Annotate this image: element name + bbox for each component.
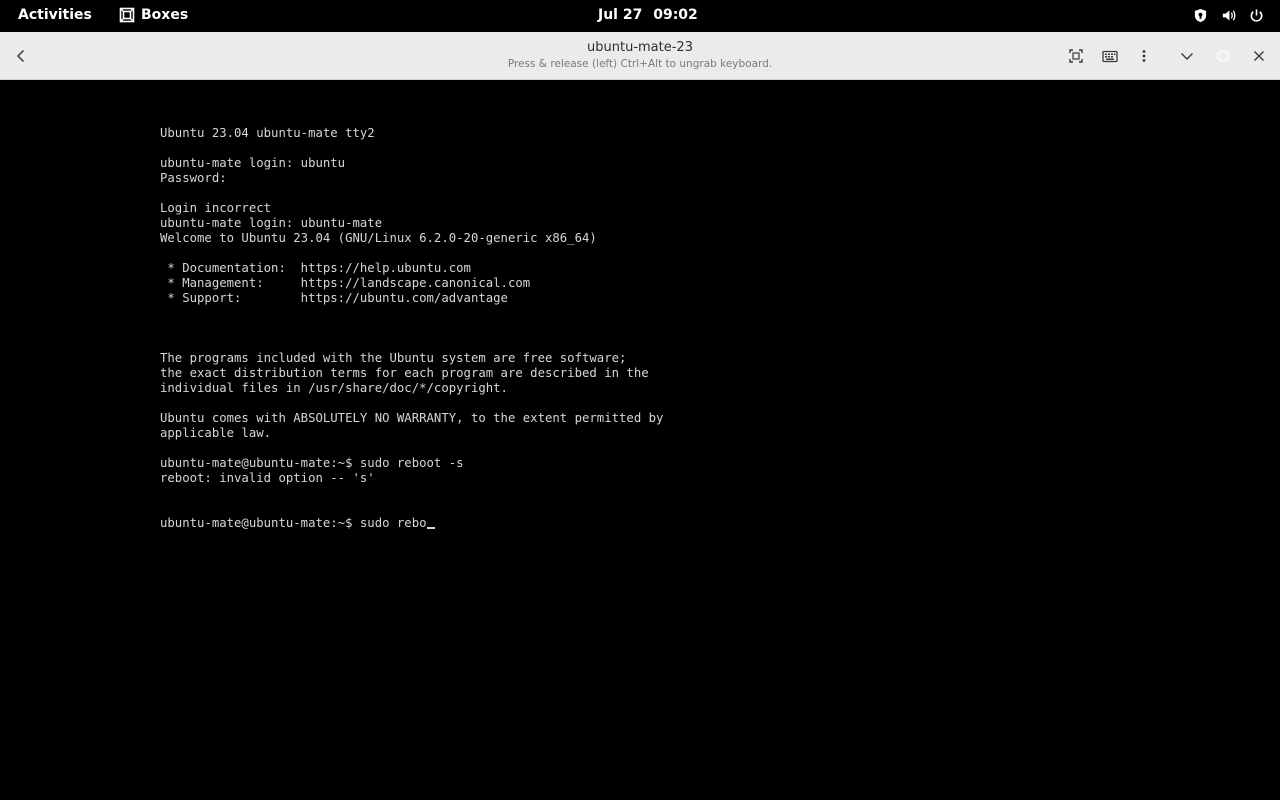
close-icon	[1254, 51, 1264, 61]
app-menu[interactable]: Boxes	[119, 7, 188, 23]
volume-icon	[1222, 10, 1236, 21]
console-line: Welcome to Ubuntu 23.04 (GNU/Linux 6.2.0…	[160, 231, 597, 245]
spinner-icon	[1216, 49, 1230, 63]
console-line: ubuntu-mate@ubuntu-mate:~$ sudo reboot -…	[160, 456, 464, 470]
console-line: Password:	[160, 171, 227, 185]
text-cursor	[426, 527, 435, 529]
console-line: The programs included with the Ubuntu sy…	[160, 351, 627, 365]
back-button[interactable]	[10, 45, 32, 67]
minimize-button[interactable]	[1176, 45, 1198, 67]
console-line: ubuntu-mate login: ubuntu	[160, 156, 346, 170]
gnome-top-bar: Activities Boxes Jul 27 09:02	[0, 0, 1280, 32]
console-line: Login incorrect	[160, 201, 272, 215]
spinner	[1212, 45, 1234, 67]
menu-button[interactable]	[1133, 45, 1155, 67]
keyboard-shortcuts-button[interactable]	[1099, 45, 1121, 67]
console-line: * Management: https://landscape.canonica…	[160, 276, 531, 290]
boxes-header-bar: ubuntu-mate-23 Press & release (left) Ct…	[0, 32, 1280, 80]
window-titles: ubuntu-mate-23 Press & release (left) Ct…	[440, 40, 840, 70]
clock-button[interactable]: Jul 27 09:02	[598, 7, 698, 23]
console-output: Ubuntu 23.04 ubuntu-mate tty2 ubuntu-mate…	[160, 126, 663, 486]
console-input-line[interactable]: ubuntu-mate@ubuntu-mate:~$ sudo rebo	[160, 516, 663, 531]
console-line: reboot: invalid option -- 's'	[160, 471, 375, 485]
console-current-input: ubuntu-mate@ubuntu-mate:~$ sudo rebo	[160, 516, 427, 530]
window-subtitle: Press & release (left) Ctrl+Alt to ungra…	[507, 58, 773, 70]
console-line: individual files in /usr/share/doc/*/cop…	[160, 381, 508, 395]
console-line: Ubuntu comes with ABSOLUTELY NO WARRANTY…	[160, 411, 664, 425]
console-line: * Support: https://ubuntu.com/advantage	[160, 291, 508, 305]
console-line: applicable law.	[160, 426, 272, 440]
clock-date: Jul 27	[598, 7, 643, 23]
vm-display[interactable]: Ubuntu 23.04 ubuntu-mate tty2 ubuntu-mate…	[0, 80, 1280, 800]
app-menu-label: Boxes	[141, 7, 189, 23]
fullscreen-button[interactable]	[1065, 45, 1087, 67]
console-line: * Documentation: https://help.ubuntu.com	[160, 261, 471, 275]
power-icon	[1250, 9, 1263, 22]
console-line: the exact distribution terms for each pr…	[160, 366, 649, 380]
more-vertical-icon	[1142, 50, 1146, 62]
console-line: Ubuntu 23.04 ubuntu-mate tty2	[160, 126, 375, 140]
clock-time: 09:02	[653, 7, 698, 23]
activities-button[interactable]: Activities	[18, 7, 92, 23]
chevron-down-icon	[1181, 53, 1193, 60]
shield-icon	[1194, 8, 1207, 23]
window-title: ubuntu-mate-23	[587, 40, 693, 55]
console-line: ubuntu-mate login: ubuntu-mate	[160, 216, 383, 230]
boxes-app-icon	[119, 7, 135, 23]
tty-console[interactable]: Ubuntu 23.04 ubuntu-mate tty2 ubuntu-mate…	[160, 96, 663, 561]
fullscreen-icon	[1069, 49, 1083, 63]
close-button[interactable]	[1248, 45, 1270, 67]
keyboard-icon	[1102, 50, 1118, 63]
system-tray[interactable]	[1193, 8, 1264, 23]
chevron-left-icon	[16, 49, 25, 63]
